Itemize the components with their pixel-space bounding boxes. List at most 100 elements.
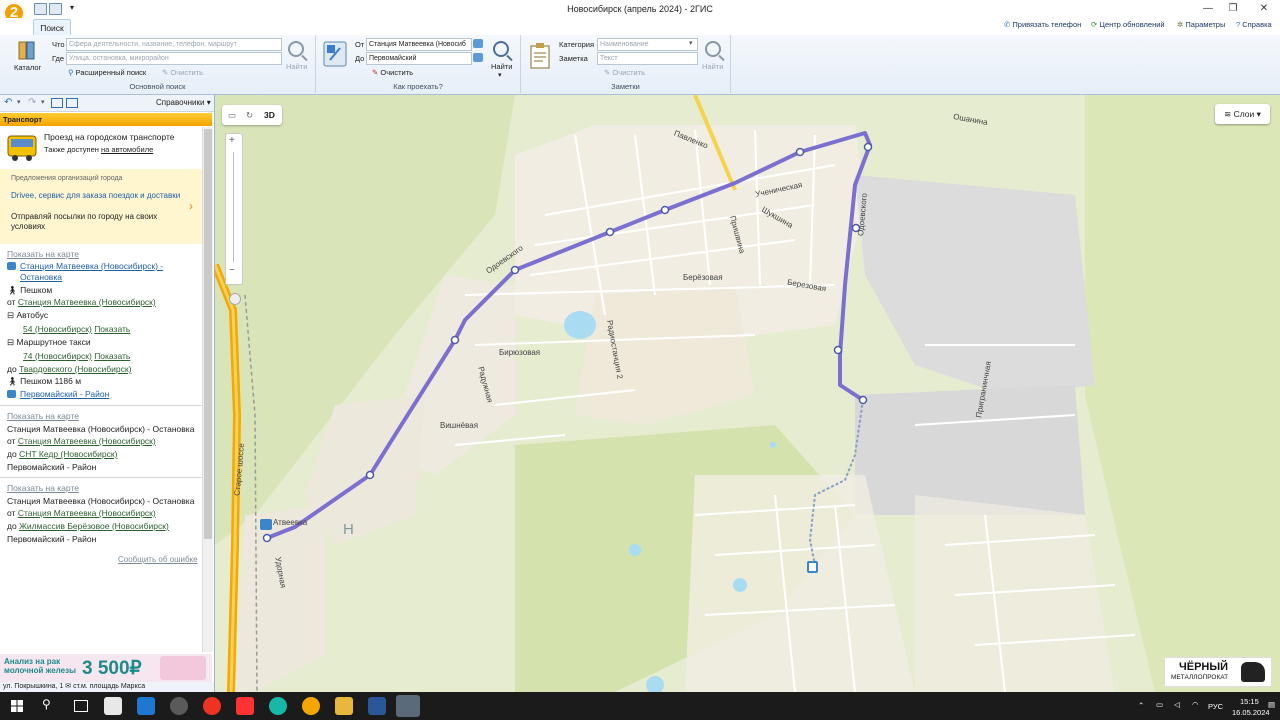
find-button-notes[interactable]: Найти bbox=[702, 62, 723, 71]
task-view-icon[interactable] bbox=[74, 700, 88, 712]
forward-dropdown-icon[interactable]: ▾ bbox=[41, 98, 45, 106]
tray-chevron-icon[interactable]: ⌃ bbox=[1138, 701, 1144, 710]
advanced-search-link[interactable]: ⚲ Расширенный поиск bbox=[68, 68, 146, 77]
map-canvas[interactable]: Павленко Ученическая Шукшина Пришвина Бе… bbox=[215, 95, 1280, 692]
notifications-icon[interactable]: ▤ bbox=[1268, 700, 1275, 709]
zoom-out-button[interactable]: − bbox=[229, 265, 235, 276]
browser-app-icon[interactable] bbox=[170, 697, 188, 715]
minimize-button[interactable]: — bbox=[1196, 2, 1220, 16]
tab-search[interactable]: Поиск bbox=[33, 19, 71, 36]
scrollbar-thumb[interactable] bbox=[204, 129, 212, 539]
zoom-track[interactable] bbox=[233, 152, 234, 262]
back-dropdown-icon[interactable]: ▾ bbox=[17, 98, 21, 106]
clock-date[interactable]: 16.05.2024 bbox=[1232, 708, 1270, 717]
search-icon[interactable] bbox=[288, 41, 304, 57]
forward-icon[interactable]: ↷ bbox=[28, 97, 36, 108]
route1-to-stop[interactable]: Твардовского (Новосибирск) bbox=[19, 364, 131, 374]
file-explorer-icon[interactable] bbox=[335, 697, 353, 715]
active-app-icon[interactable] bbox=[396, 695, 420, 717]
notepad-app-icon[interactable] bbox=[104, 697, 122, 715]
panel-toggle-icon[interactable] bbox=[51, 98, 63, 108]
3d-toggle[interactable]: 3D bbox=[264, 105, 275, 125]
to-input[interactable]: Первомайский bbox=[366, 52, 472, 65]
ruler-icon[interactable]: ▭ bbox=[228, 105, 236, 125]
from-pick-icon[interactable] bbox=[473, 39, 483, 48]
minibus-show-link[interactable]: Показать bbox=[94, 351, 130, 361]
windows-start-icon[interactable] bbox=[11, 700, 23, 712]
route1-end[interactable]: Первомайский - Район bbox=[20, 389, 109, 399]
route3-from-stop[interactable]: Станция Матвеевка (Новосибирск) bbox=[18, 508, 156, 518]
layers-button[interactable]: ≋ Слои ▾ bbox=[1215, 104, 1270, 124]
report-error-link[interactable]: Сообщить об ошибке bbox=[118, 555, 198, 564]
ad-sub: МЕТАЛЛОПРОКАТ bbox=[1171, 674, 1229, 681]
route1-walk: 🚶︎ Пешком bbox=[7, 285, 53, 295]
chevron-right-icon[interactable]: › bbox=[189, 199, 193, 213]
ad-banner[interactable]: Анализ на рак молочной железы 3 500₽ bbox=[0, 654, 212, 682]
close-button[interactable]: ✕ bbox=[1252, 2, 1276, 16]
directories-dropdown[interactable]: Справочники ▾ bbox=[156, 98, 211, 107]
language-indicator[interactable]: РУС bbox=[1208, 702, 1223, 711]
route3-to-stop[interactable]: Жилмассив Берёзовое (Новосибирск) bbox=[19, 521, 169, 531]
link-help[interactable]: ? Справка bbox=[1236, 20, 1272, 29]
where-input[interactable]: Улица, остановка, микрорайон bbox=[66, 52, 282, 65]
find-button-route[interactable]: Найти bbox=[491, 62, 512, 71]
link-parameters[interactable]: ✲ Параметры bbox=[1177, 20, 1225, 29]
note-input[interactable]: Текст bbox=[597, 52, 698, 65]
volume-icon[interactable]: ◁ bbox=[1174, 700, 1180, 709]
windows-taskbar bbox=[0, 692, 1280, 720]
clock-time[interactable]: 15:15 bbox=[1240, 697, 1259, 706]
show-on-map-link-3[interactable]: Показать на карте bbox=[7, 483, 79, 493]
left-panel-scrollbar[interactable] bbox=[202, 127, 213, 652]
link-update-center[interactable]: ⟳ Центр обновлений bbox=[1091, 20, 1165, 29]
find-dropdown-icon[interactable]: ▾ bbox=[498, 71, 502, 79]
word-icon[interactable] bbox=[368, 697, 386, 715]
clear-main-search[interactable]: ✎ Очистить bbox=[162, 68, 203, 77]
rotate-icon[interactable]: ↻ bbox=[246, 105, 253, 125]
street-label-biryuzovaya: Бирюзовая bbox=[499, 348, 541, 357]
to-pick-icon[interactable] bbox=[473, 53, 483, 62]
bus-show-link[interactable]: Показать bbox=[94, 324, 130, 334]
promo-caption: Предложения организаций города bbox=[11, 175, 123, 182]
yandex-browser-icon[interactable] bbox=[203, 697, 221, 715]
clear-route[interactable]: ✎ Очистить bbox=[372, 68, 413, 77]
zoom-in-button[interactable]: + bbox=[229, 135, 235, 146]
clear-notes[interactable]: ✎ Очистить bbox=[604, 68, 645, 77]
bus-route-link[interactable]: 54 (Новосибирск) bbox=[23, 324, 92, 334]
route1-start[interactable]: Станция Матвеевка (Новосибирск) - Остано… bbox=[20, 261, 200, 283]
route2-from-stop[interactable]: Станция Матвеевка (Новосибирск) bbox=[18, 436, 156, 446]
route1-from-stop[interactable]: Станция Матвеевка (Новосибирск) bbox=[18, 297, 156, 307]
notes-search-icon[interactable] bbox=[705, 41, 721, 57]
wifi-icon[interactable]: ◠ bbox=[1192, 700, 1199, 709]
map-ad-logo[interactable]: ЧЁРНЫЙ МЕТАЛЛОПРОКАТ bbox=[1164, 657, 1272, 687]
messenger-icon[interactable] bbox=[269, 697, 287, 715]
list-icon[interactable] bbox=[66, 98, 78, 108]
catalog-icon[interactable] bbox=[16, 40, 38, 62]
link-bind-phone[interactable]: ✆ Привязать телефон bbox=[1004, 20, 1081, 29]
show-on-map-link-1[interactable]: Показать на карте bbox=[7, 249, 79, 259]
minibus-route-link[interactable]: 74 (Новосибирск) bbox=[23, 351, 92, 361]
catalog-label[interactable]: Каталог bbox=[14, 63, 41, 72]
find-button-main[interactable]: Найти bbox=[286, 62, 307, 71]
back-icon[interactable]: ↶ bbox=[4, 97, 12, 108]
route2-to-stop[interactable]: СНТ Кедр (Новосибирск) bbox=[19, 449, 117, 459]
taskbar-search-icon[interactable]: ⚲ bbox=[42, 697, 51, 711]
from-input[interactable]: Станция Матвеевка (Новосиб bbox=[366, 38, 472, 51]
promo-title[interactable]: Drivee, сервис для заказа поездок и дост… bbox=[11, 191, 181, 201]
show-on-map-link-2[interactable]: Показать на карте bbox=[7, 411, 79, 421]
what-input[interactable]: Сфера деятельности, название, телефон, м… bbox=[66, 38, 282, 51]
compass-icon[interactable] bbox=[229, 293, 241, 305]
network-icon[interactable]: ▭ bbox=[1156, 700, 1163, 709]
route-search-icon[interactable] bbox=[493, 41, 509, 57]
section-header-transport[interactable]: Транспорт bbox=[0, 113, 212, 126]
chevron-down-icon[interactable]: ▾ bbox=[689, 39, 693, 47]
2gis-taskbar-icon[interactable] bbox=[302, 697, 320, 715]
zoom-control[interactable]: + − bbox=[225, 133, 243, 285]
edge-icon[interactable] bbox=[137, 697, 155, 715]
promo-block[interactable]: Предложения организаций города Drivee, с… bbox=[0, 169, 202, 244]
yandex-icon[interactable] bbox=[236, 697, 254, 715]
by-car-link[interactable]: на автомобиле bbox=[101, 145, 153, 154]
group-label-notes: Заметки bbox=[611, 82, 640, 91]
notepad-icon bbox=[528, 42, 552, 70]
category-select[interactable]: Наименование bbox=[597, 38, 698, 51]
maximize-button[interactable]: ❐ bbox=[1221, 2, 1245, 16]
